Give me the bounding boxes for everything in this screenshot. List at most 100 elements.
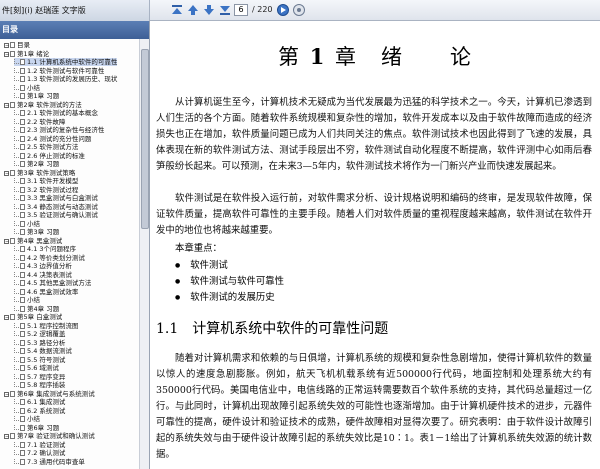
next-page-button[interactable] [202,3,216,17]
toc-item[interactable]: 1.2 软件测试与软件可靠性 [14,67,104,75]
toc-item[interactable]: 第3章 习题 [14,228,59,236]
bookmark-page-icon [20,203,25,210]
toc-item[interactable]: 4.6 黑盒测试效率 [14,288,78,296]
tree-line-icon [14,195,19,200]
bookmark-page-icon [20,348,25,354]
toc-item[interactable]: 3.5 验证测试与确认测试 [14,211,98,219]
go-button[interactable] [276,3,290,17]
expand-toggle-icon[interactable]: − [4,170,9,176]
toc-item[interactable]: 第2章 习题 [14,160,59,168]
bookmark-page-icon [20,305,25,312]
expand-toggle-icon[interactable]: − [4,51,9,57]
toc-item-label: 5.6 域测试 [27,364,59,372]
toc-item-label: 小结 [27,296,40,304]
tree-line-icon [14,127,19,132]
toc-item[interactable]: − 目录 [4,41,30,49]
toc-item-label: 第4章 习题 [27,304,60,313]
toc-item-label: 4.6 黑盒测试效率 [27,287,79,296]
tree-line-icon [14,458,19,464]
last-page-button[interactable] [218,3,232,17]
arrow-up-icon [188,5,198,15]
toc-item[interactable]: 4.3 边界值分析 [14,262,72,270]
toc-item[interactable]: − 第3章 软件测试策略 [4,169,75,177]
first-page-button[interactable] [170,3,184,17]
expand-toggle-icon[interactable]: − [4,434,9,440]
tree-line-icon [14,203,19,209]
sidebar-scroll-thumb[interactable] [141,49,149,229]
toc-item[interactable]: − 第4章 黑盒测试 [4,237,62,245]
expand-toggle-icon[interactable]: − [4,315,9,321]
tree-line-icon [14,186,19,192]
expand-toggle-icon[interactable]: − [4,238,9,244]
toc-item-label: 1.1 计算机系统中软件的可靠性 [27,58,118,66]
toc-item[interactable]: 2.5 软件测试方法 [14,143,78,151]
window-title-bar: 件[刻](i) 赵瑞莲 文字版 [0,0,150,21]
toc-item[interactable]: 第1章 习题 [14,92,59,100]
sidebar-scrollbar[interactable] [139,39,149,469]
toc-item[interactable]: 5.3 路径分析 [14,339,65,347]
toc-item-label: 第1章 绪论 [17,49,50,58]
bookmark-page-icon [20,399,25,405]
toc-item[interactable]: − 第7章 验证测试和确认测试 [4,432,95,440]
toc-item[interactable]: 5.4 数据流测试 [14,347,72,355]
toc-item[interactable]: 6.2 系统测试 [14,407,65,415]
toc-item-label: 3.4 静态测试与动态测试 [27,202,98,211]
bookmark-page-icon [20,118,25,125]
toc-item[interactable]: 小结 [14,296,40,304]
toc-item[interactable]: 5.1 程序控制流图 [14,322,78,330]
toc-item[interactable]: 1.3 软件测试的发展历史、现状 [14,75,117,83]
toc-item[interactable]: 4.4 决策表测试 [14,271,72,279]
toc-item[interactable]: 4.5 其他黑盒测试方法 [14,279,91,287]
toc-item[interactable]: − 第1章 绪论 [4,50,49,58]
toc-item[interactable]: 1.1 计算机系统中软件的可靠性 [14,58,118,66]
toc-item[interactable]: 3.1 软件开发模型 [14,177,78,185]
chapter-title: 第 1 章 绪 论 [151,41,600,71]
toc-item[interactable]: 7.3 通用代码审查单 [14,458,85,466]
toc-item[interactable]: 小结 [14,220,40,228]
toc-item[interactable]: 2.6 停止测试的标准 [14,152,85,160]
tree-line-icon [14,373,19,379]
toc-item[interactable]: 2.4 测试的充分性问题 [14,135,91,143]
toc-item-label: 3.2 软件测试过程 [27,185,79,194]
expand-toggle-icon[interactable]: − [4,391,9,397]
chapter-prefix: 第 [278,45,301,69]
toc-item[interactable]: 3.4 静态测试与动态测试 [14,203,98,211]
expand-toggle-icon[interactable]: − [4,43,9,49]
toc-item[interactable]: 5.7 程序变异 [14,373,65,381]
toc-item[interactable]: 第6章 习题 [14,424,59,432]
toc-item[interactable]: 5.6 域测试 [14,364,59,372]
toc-item[interactable]: 5.5 符号测试 [14,356,65,364]
toc-item[interactable]: 4.1 3个问题程序 [14,245,76,253]
toc-item-label: 2.6 停止测试的标准 [27,151,85,160]
toc-item[interactable]: 7.2 确认测试 [14,449,65,457]
toc-item[interactable]: − 第6章 集成测试与系统测试 [4,390,95,398]
bookmark-page-icon [20,254,25,261]
toc-item[interactable]: 5.8 程序插装 [14,381,65,389]
tree-line-icon [14,118,19,124]
toc-item[interactable]: 5.2 逻辑覆盖 [14,330,65,338]
bookmark-page-icon [20,373,25,380]
options-button[interactable] [292,3,306,17]
window-title: 件[刻](i) 赵瑞莲 文字版 [2,6,86,15]
toc-item[interactable]: 第4章 习题 [14,305,59,313]
toc-item[interactable]: 小结 [14,84,40,92]
toc-item-label: 3.1 软件开发模型 [27,177,79,185]
toc-item[interactable]: 4.2 等价类划分测试 [14,254,85,262]
toc-item[interactable]: 6.1 集成测试 [14,398,65,406]
toc-item[interactable]: 7.1 验证测试 [14,441,65,449]
toc-item[interactable]: 2.3 测试的复杂性与经济性 [14,126,104,134]
bookmark-page-icon [20,178,25,184]
prev-page-button[interactable] [186,3,200,17]
bookmark-page-icon [10,101,15,108]
page-number-input[interactable]: 6 [234,4,248,16]
toc-item[interactable]: 3.3 黑盒测试与白盒测试 [14,194,98,202]
toc-item[interactable]: 2.2 软件故障 [14,118,65,126]
toc-item-label: 1.3 软件测试的发展历史、现状 [27,75,118,83]
bookmark-page-icon [20,356,25,363]
toc-item[interactable]: 小结 [14,415,40,423]
toc-item[interactable]: 2.1 软件测试的基本概念 [14,109,98,117]
toc-item[interactable]: − 第5章 白盒测试 [4,313,62,321]
toc-item[interactable]: − 第2章 软件测试的方法 [4,101,82,109]
toc-item[interactable]: 3.2 软件测试过程 [14,186,78,194]
expand-toggle-icon[interactable]: − [4,102,9,108]
